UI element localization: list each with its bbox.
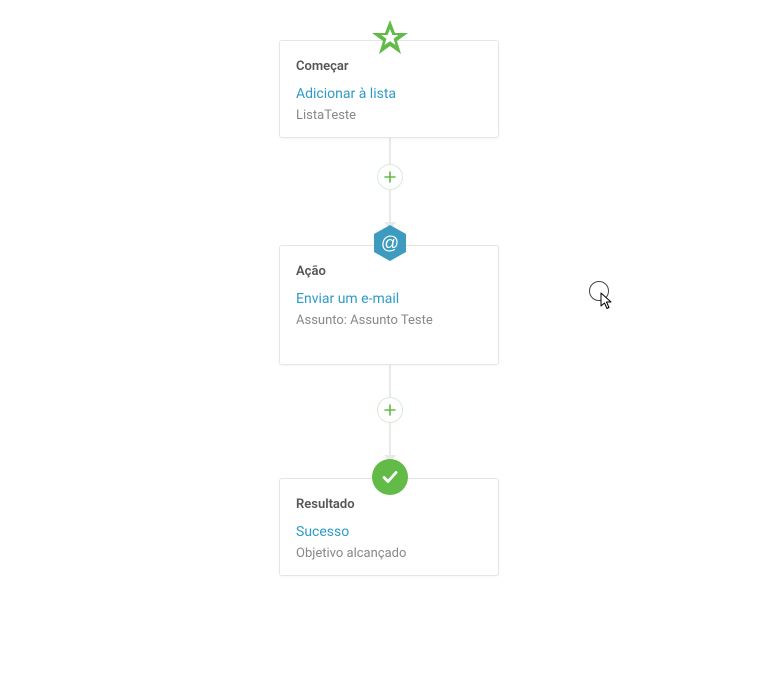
cursor-icon [589, 281, 611, 309]
plus-icon [384, 171, 396, 183]
node-title: Sucesso [296, 524, 482, 540]
connector-line [389, 365, 391, 399]
node-title: Enviar um e-mail [296, 291, 482, 307]
node-header: Resultado [296, 497, 482, 512]
node-header: Ação [296, 264, 482, 279]
email-icon: @ [370, 223, 410, 263]
svg-text:@: @ [381, 233, 399, 253]
node-subtitle: ListaTeste [296, 108, 482, 123]
connector-line [389, 138, 391, 167]
add-step-button[interactable] [377, 397, 403, 423]
node-header: Começar [296, 59, 482, 74]
node-subtitle: Objetivo alcançado [296, 546, 482, 561]
workflow-canvas: Começar Adicionar à lista ListaTeste Açã… [0, 0, 758, 673]
node-title: Adicionar à lista [296, 86, 482, 102]
star-icon [370, 18, 410, 58]
check-icon [372, 459, 408, 495]
node-subtitle: Assunto: Assunto Teste [296, 313, 482, 328]
plus-icon [384, 404, 396, 416]
add-step-button[interactable] [377, 164, 403, 190]
